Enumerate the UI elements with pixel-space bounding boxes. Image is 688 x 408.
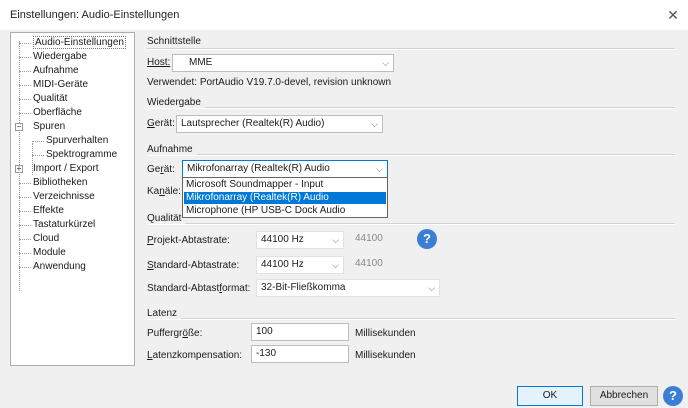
tree-item-shortcuts[interactable]: Tastaturkürzel bbox=[33, 219, 95, 231]
latency-group-label: Latenz bbox=[147, 308, 182, 319]
buffer-unit: Millisekunden bbox=[355, 328, 416, 339]
tree-item-import-export[interactable]: Import / Export bbox=[33, 163, 99, 175]
host-label: Host: bbox=[147, 57, 171, 68]
tree-item-recording[interactable]: Aufnahme bbox=[33, 65, 79, 77]
tree-item-midi-devices[interactable]: MIDI-Geräte bbox=[33, 79, 88, 91]
preferences-tree[interactable]: Audio-Einstellungen Wiedergabe Aufnahme … bbox=[10, 32, 135, 366]
title-bar: Einstellungen: Audio-Einstellungen ✕ bbox=[0, 0, 688, 30]
project-rate-label: Projekt-Abtastrate: bbox=[147, 235, 230, 246]
tree-item-audio-settings[interactable]: Audio-Einstellungen bbox=[33, 36, 126, 49]
host-select[interactable]: MME ⌵ bbox=[172, 54, 394, 72]
recording-device-dropdown[interactable]: Microsoft Soundmapper - Input Mikrofonar… bbox=[182, 177, 388, 218]
chevron-down-icon: ⌵ bbox=[332, 235, 339, 245]
tree-item-cloud[interactable]: Cloud bbox=[33, 233, 59, 245]
tree-item-track-behaviors[interactable]: Spurverhalten bbox=[46, 135, 108, 147]
default-format-label: Standard-Abtastformat: bbox=[147, 283, 251, 294]
close-icon[interactable]: ✕ bbox=[662, 6, 684, 24]
recording-device-select[interactable]: Mikrofonarray (Realtek(R) Audio ⌵ bbox=[182, 160, 388, 178]
interface-group-label: Schnittstelle bbox=[147, 36, 205, 47]
default-rate-label: Standard-Abtastrate: bbox=[147, 260, 240, 271]
tree-item-quality[interactable]: Qualität bbox=[33, 93, 67, 105]
default-rate-text: 44100 bbox=[355, 258, 383, 269]
project-rate-select[interactable]: 44100 Hz ⌵ bbox=[256, 231, 344, 249]
default-rate-select[interactable]: 44100 Hz ⌵ bbox=[256, 256, 344, 274]
tree-item-modules[interactable]: Module bbox=[33, 247, 66, 259]
tree-item-tracks[interactable]: Spuren bbox=[33, 121, 65, 133]
cancel-button[interactable]: Abbrechen bbox=[590, 386, 658, 406]
buffer-label: Puffergröße: bbox=[147, 328, 203, 339]
playback-device-select[interactable]: Lautsprecher (Realtek(R) Audio) ⌵ bbox=[176, 115, 383, 133]
buffer-input[interactable]: 100 bbox=[251, 323, 349, 341]
tree-item-interface[interactable]: Oberfläche bbox=[33, 107, 82, 119]
playback-group-line bbox=[147, 107, 675, 109]
portaudio-version: Verwendet: PortAudio V19.7.0-devel, revi… bbox=[147, 77, 392, 88]
tree-item-playback[interactable]: Wiedergabe bbox=[33, 51, 87, 63]
tree-item-effects[interactable]: Effekte bbox=[33, 205, 64, 217]
project-rate-text: 44100 bbox=[355, 233, 383, 244]
tree-item-libraries[interactable]: Bibliotheken bbox=[33, 177, 87, 189]
playback-device-label: Gerät: bbox=[147, 118, 175, 129]
dropdown-option[interactable]: Microsoft Soundmapper - Input bbox=[184, 179, 386, 191]
help-icon[interactable]: ? bbox=[663, 386, 683, 406]
recording-group-label: Aufnahme bbox=[147, 144, 197, 155]
chevron-down-icon: ⌵ bbox=[376, 164, 383, 174]
latency-group-line bbox=[147, 318, 675, 320]
collapse-icon[interactable]: − bbox=[15, 123, 23, 131]
chevron-down-icon: ⌵ bbox=[382, 58, 389, 68]
expand-icon[interactable]: + bbox=[15, 165, 23, 173]
chevron-down-icon: ⌵ bbox=[371, 119, 378, 129]
tree-item-application[interactable]: Anwendung bbox=[33, 261, 86, 273]
chevron-down-icon: ⌵ bbox=[428, 283, 435, 293]
compensation-label: Latenzkompensation: bbox=[147, 350, 243, 361]
compensation-input[interactable]: -130 bbox=[251, 345, 349, 363]
interface-group-line bbox=[147, 48, 675, 50]
chevron-down-icon: ⌵ bbox=[332, 260, 339, 270]
recording-device-label: Gerät: bbox=[147, 164, 175, 175]
playback-group-label: Wiedergabe bbox=[147, 97, 205, 108]
quality-group-line bbox=[147, 223, 675, 225]
tree-item-spectrograms[interactable]: Spektrogramme bbox=[46, 149, 117, 161]
help-icon[interactable]: ? bbox=[417, 229, 437, 249]
ok-button[interactable]: OK bbox=[517, 386, 583, 406]
dropdown-option-highlighted[interactable]: Mikrofonarray (Realtek(R) Audio bbox=[184, 192, 386, 204]
channels-label: Kanäle: bbox=[147, 186, 181, 197]
window-title: Einstellungen: Audio-Einstellungen bbox=[10, 9, 180, 21]
tree-item-directories[interactable]: Verzeichnisse bbox=[33, 191, 95, 203]
default-format-select[interactable]: 32-Bit-Fließkomma ⌵ bbox=[256, 279, 440, 297]
compensation-unit: Millisekunden bbox=[355, 350, 416, 361]
quality-group-label: Qualität bbox=[147, 213, 186, 224]
dropdown-option[interactable]: Microphone (HP USB-C Dock Audio bbox=[184, 205, 386, 217]
recording-group-line bbox=[147, 154, 675, 156]
